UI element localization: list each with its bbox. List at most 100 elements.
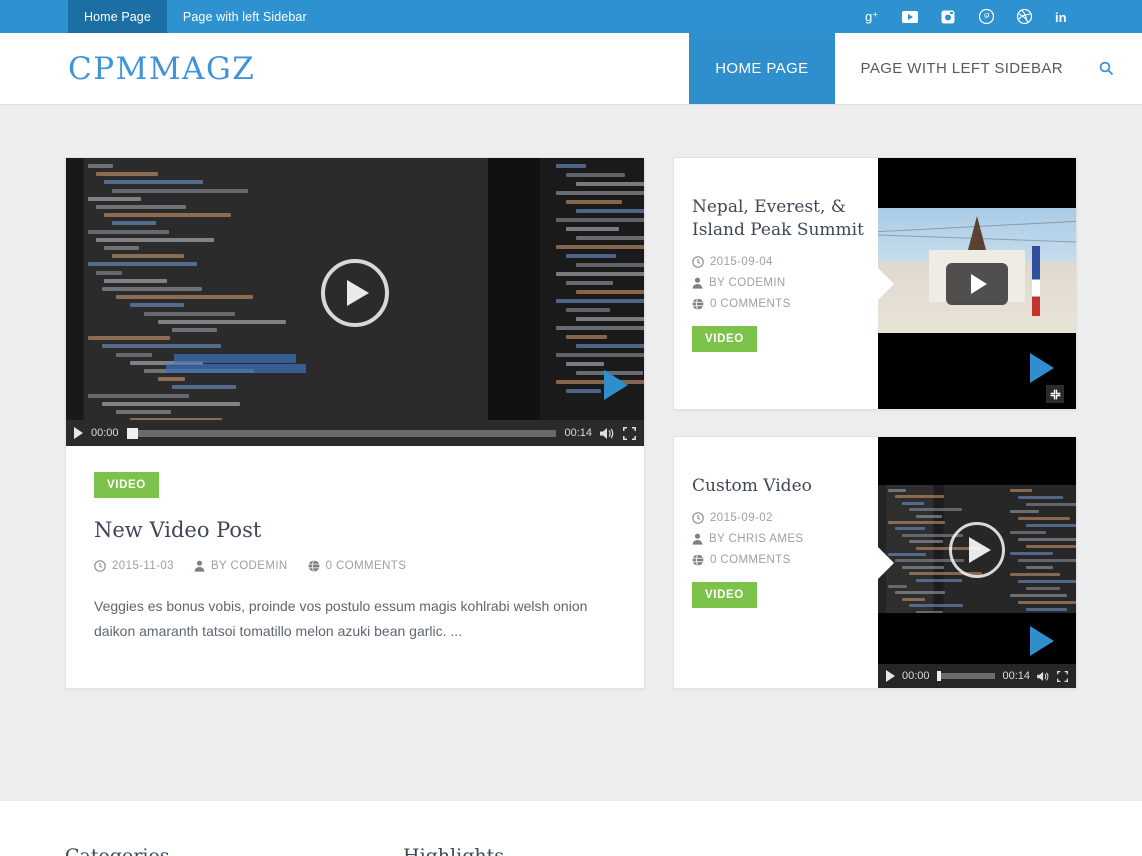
play-overlay-icon[interactable]	[949, 522, 1005, 578]
linkedin-icon[interactable]: in	[1052, 7, 1072, 27]
clock-icon	[94, 560, 106, 572]
featured-post-excerpt: Veggies es bonus vobis, proinde vos post…	[94, 594, 616, 644]
globe-icon	[692, 554, 704, 566]
top-bar-nav: Home Page Page with left Sidebar	[68, 0, 323, 33]
nav-item-page-with-left-sidebar-label: PAGE WITH LEFT SIDEBAR	[861, 60, 1063, 77]
main-content-area: 00:00 00:14 VIDEO New Video Post	[0, 105, 1142, 801]
svg-text:in: in	[1055, 10, 1067, 24]
sidebar-card-custom-video-title[interactable]: Custom Video	[692, 475, 864, 498]
featured-post-card: 00:00 00:14 VIDEO New Video Post	[65, 157, 645, 689]
play-icon[interactable]	[886, 670, 895, 682]
featured-post-title[interactable]: New Video Post	[94, 518, 616, 542]
top-nav-item-home-label: Home Page	[84, 10, 151, 24]
sidebar-cards: Nepal, Everest, & Island Peak Summit 201…	[673, 157, 1077, 689]
volume-icon[interactable]	[600, 427, 615, 440]
progress-handle[interactable]	[937, 671, 941, 681]
featured-video-player[interactable]: 00:00 00:14	[66, 158, 644, 446]
bottom-section: Categories Alignment Highlights	[0, 801, 1142, 856]
fullscreen-icon[interactable]	[1057, 671, 1068, 682]
post-date-label: 2015-09-02	[710, 512, 773, 524]
nav-item-home-page-label: HOME PAGE	[715, 60, 808, 77]
progress-bar[interactable]	[937, 673, 996, 679]
progress-bar[interactable]	[127, 430, 557, 437]
categories-widget: Categories Alignment	[65, 845, 346, 856]
video-controls-bar: 00:00 00:14	[878, 664, 1076, 688]
post-comments: 0 COMMENTS	[308, 560, 407, 572]
post-date: 2015-09-02	[692, 512, 864, 524]
site-logo[interactable]: CPMMAGZ	[68, 33, 255, 104]
top-nav-item-left-sidebar-label: Page with left Sidebar	[183, 10, 307, 24]
fullscreen-icon[interactable]	[623, 427, 636, 440]
instagram-icon[interactable]	[938, 7, 958, 27]
top-nav-item-left-sidebar[interactable]: Page with left Sidebar	[167, 0, 323, 33]
svg-text:g: g	[865, 9, 872, 24]
post-author-label: BY CODEMIN	[211, 560, 288, 572]
sidebar-card-custom-video: Custom Video 2015-09-02 BY CHRIS AMES	[673, 436, 1077, 689]
dribbble-icon[interactable]	[1014, 7, 1034, 27]
pinterest-icon[interactable]	[976, 7, 996, 27]
post-author: BY CODEMIN	[692, 277, 864, 289]
youtube-icon[interactable]	[900, 7, 920, 27]
post-comments: 0 COMMENTS	[692, 298, 864, 310]
post-author: BY CHRIS AMES	[692, 533, 864, 545]
user-icon	[692, 533, 703, 545]
flag	[1032, 246, 1040, 316]
current-time: 00:00	[902, 670, 930, 682]
top-bar: Home Page Page with left Sidebar g+ in	[0, 0, 1142, 33]
post-comments: 0 COMMENTS	[692, 554, 864, 566]
post-author: BY CODEMIN	[194, 560, 288, 572]
progress-handle[interactable]	[127, 428, 138, 439]
categories-title: Categories	[65, 845, 346, 856]
user-icon	[692, 277, 703, 289]
post-comments-label: 0 COMMENTS	[326, 560, 407, 572]
user-icon	[194, 560, 205, 572]
stupa-spire	[968, 216, 986, 250]
search-icon[interactable]	[1089, 33, 1142, 104]
post-author-label: BY CODEMIN	[709, 277, 786, 289]
top-nav-item-home[interactable]: Home Page	[68, 0, 167, 33]
sidebar-card-nepal: Nepal, Everest, & Island Peak Summit 201…	[673, 157, 1077, 410]
social-links: g+ in	[862, 0, 1142, 33]
category-badge[interactable]: VIDEO	[94, 472, 159, 498]
blue-play-triangle-icon[interactable]	[604, 370, 628, 400]
category-badge[interactable]: VIDEO	[692, 582, 757, 608]
globe-icon	[308, 560, 320, 572]
sidebar-card-custom-video-text: Custom Video 2015-09-02 BY CHRIS AMES	[674, 437, 878, 688]
sidebar-card-custom-video-thumbnail[interactable]: 00:00 00:14	[878, 437, 1076, 688]
post-date-label: 2015-09-04	[710, 256, 773, 268]
duration: 00:14	[564, 427, 592, 439]
featured-post-body: VIDEO New Video Post 2015-11-03 BY CODEM…	[66, 446, 644, 674]
video-controls-bar: 00:00 00:14	[66, 420, 644, 446]
sidebar-card-custom-video-meta: 2015-09-02 BY CHRIS AMES 0 COMMENTS	[692, 512, 864, 566]
thumbnail-notch	[878, 268, 894, 300]
play-overlay-icon[interactable]	[946, 263, 1008, 305]
post-date: 2015-09-04	[692, 256, 864, 268]
blue-play-triangle-icon[interactable]	[1030, 353, 1054, 383]
sidebar-card-nepal-meta: 2015-09-04 BY CODEMIN 0 COMMENTS	[692, 256, 864, 310]
category-badge[interactable]: VIDEO	[692, 326, 757, 352]
post-comments-label: 0 COMMENTS	[710, 298, 791, 310]
post-date-label: 2015-11-03	[112, 560, 174, 572]
svg-text:+: +	[872, 9, 877, 19]
compress-icon[interactable]	[1046, 385, 1064, 403]
clock-icon	[692, 512, 704, 524]
play-icon[interactable]	[74, 427, 83, 439]
site-header: CPMMAGZ HOME PAGE PAGE WITH LEFT SIDEBAR	[0, 33, 1142, 105]
google-plus-icon[interactable]: g+	[862, 7, 882, 27]
sidebar-card-nepal-thumbnail[interactable]	[878, 158, 1076, 409]
nav-item-page-with-left-sidebar[interactable]: PAGE WITH LEFT SIDEBAR	[835, 33, 1089, 104]
post-comments-label: 0 COMMENTS	[710, 554, 791, 566]
thumbnail-notch	[878, 547, 894, 579]
duration: 00:14	[1002, 670, 1030, 682]
sidebar-card-nepal-title[interactable]: Nepal, Everest, & Island Peak Summit	[692, 196, 864, 242]
highlights-title: Highlights	[403, 845, 1077, 856]
volume-icon[interactable]	[1037, 671, 1050, 682]
nav-item-home-page[interactable]: HOME PAGE	[689, 33, 834, 104]
highlights-widget: Highlights	[403, 845, 1077, 856]
featured-post-meta: 2015-11-03 BY CODEMIN 0 COMMENTS	[94, 560, 616, 572]
play-overlay-icon[interactable]	[321, 259, 389, 327]
blue-play-triangle-icon[interactable]	[1030, 626, 1054, 656]
post-author-label: BY CHRIS AMES	[709, 533, 803, 545]
sidebar-card-nepal-text: Nepal, Everest, & Island Peak Summit 201…	[674, 158, 878, 409]
current-time: 00:00	[91, 427, 119, 439]
